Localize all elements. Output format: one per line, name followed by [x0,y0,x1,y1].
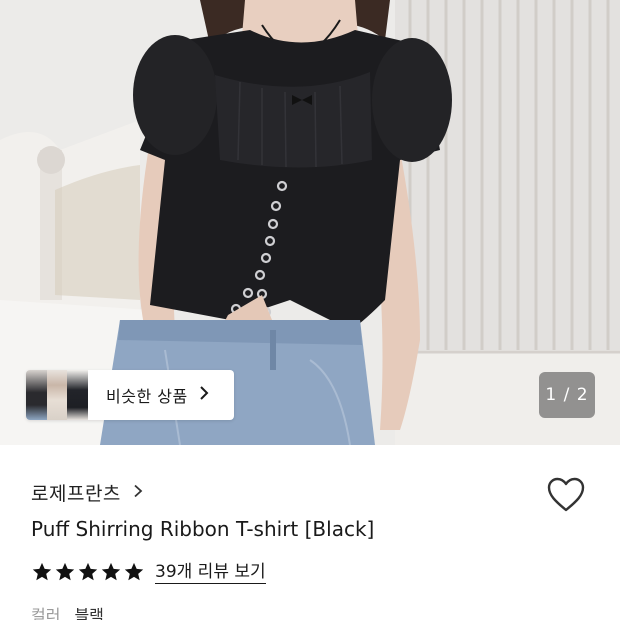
chevron-right-icon [198,385,210,405]
similar-products-thumbnails [26,370,88,420]
star-filled-icon [55,562,75,581]
similar-thumbnail [67,370,88,420]
star-filled-icon [124,562,144,581]
star-filled-icon [101,562,121,581]
product-title: Puff Shirring Ribbon T-shirt [Black] [31,517,375,541]
rating-stars [31,561,145,583]
similar-thumbnail [26,370,47,420]
similar-thumbnail [46,370,68,420]
rating-row: 39개 리뷰 보기 [31,558,266,586]
brand-link[interactable]: 로제프란츠 [31,478,143,506]
review-link[interactable]: 39개 리뷰 보기 [155,561,266,584]
brand-name: 로제프란츠 [31,482,121,505]
similar-products-label: 비슷한 상품 [106,387,188,406]
color-option: 컬러 블랙 [31,602,104,620]
heart-outline-icon[interactable] [545,475,587,515]
option-label: 컬러 [31,606,61,620]
similar-products-button[interactable]: 비슷한 상품 [26,370,234,420]
star-filled-icon [78,562,98,581]
star-filled-icon [32,562,52,581]
image-page-indicator: 1 / 2 [539,372,595,418]
product-image[interactable]: 비슷한 상품 1 / 2 [0,0,620,445]
option-value: 블랙 [74,606,104,620]
chevron-right-icon [133,482,143,503]
